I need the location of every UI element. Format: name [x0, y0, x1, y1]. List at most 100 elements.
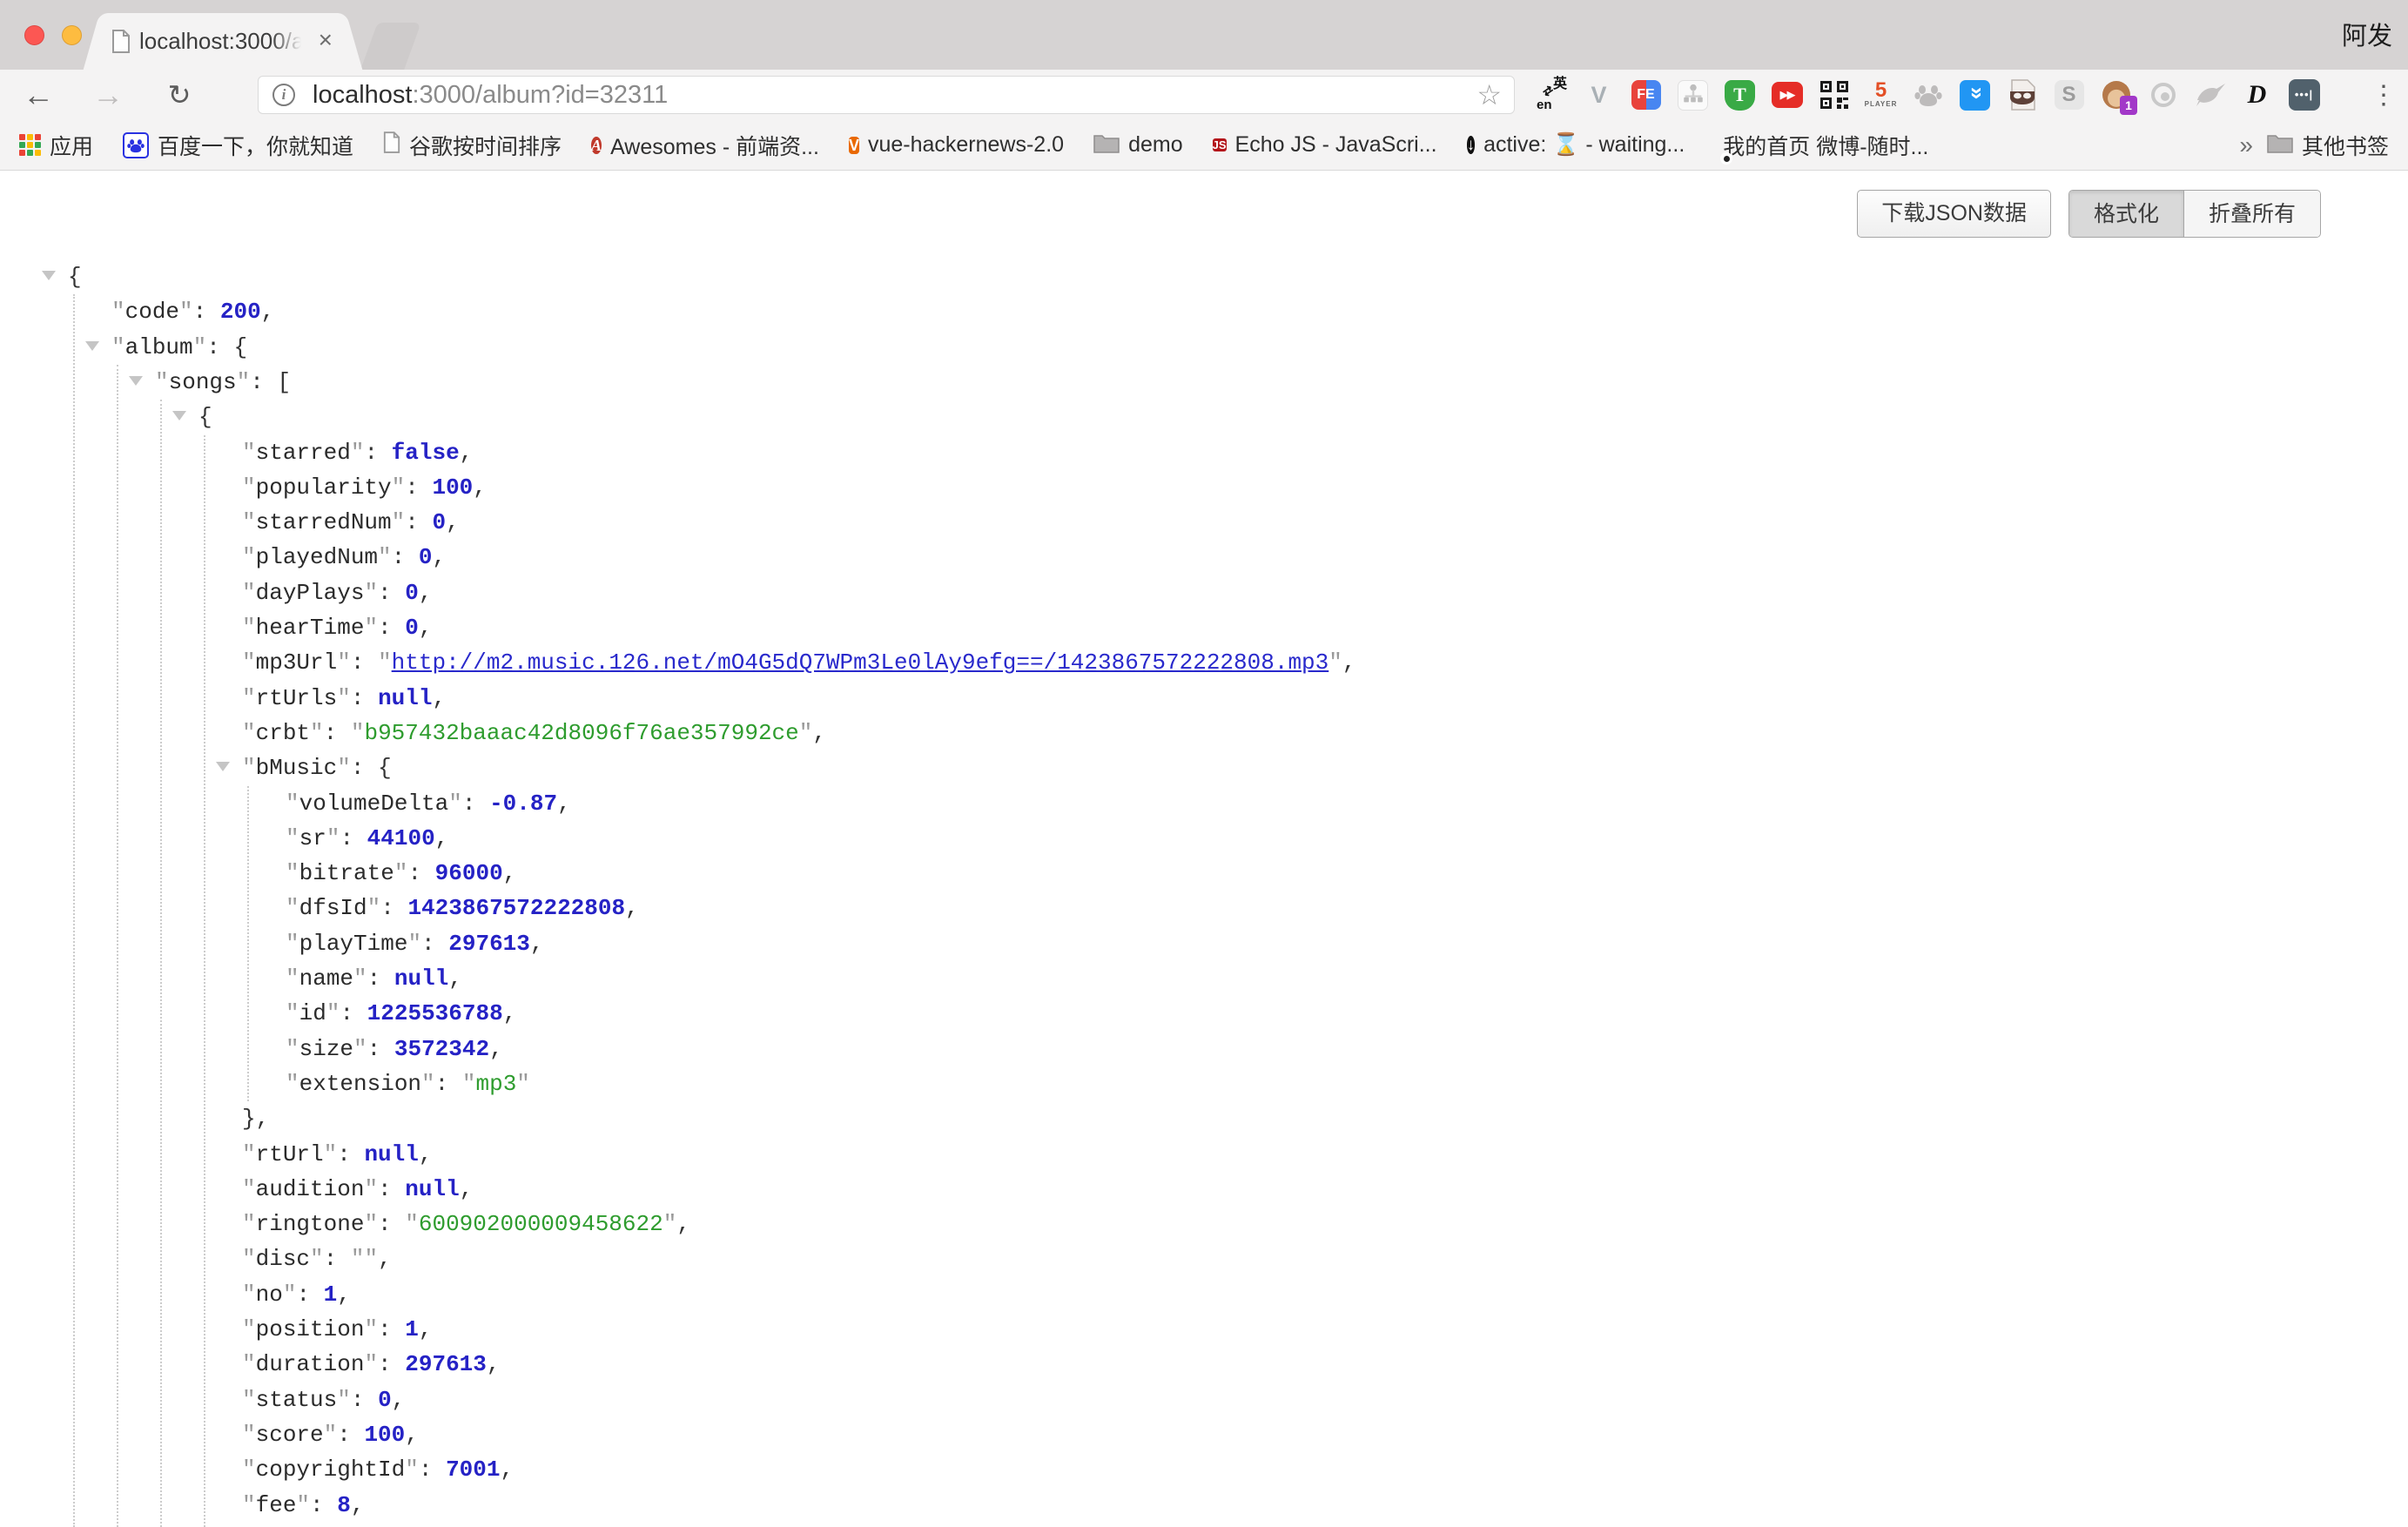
shield-t-extension-icon[interactable]: T	[1724, 79, 1756, 111]
bookmark-item-9[interactable]: 我的首页 微博-随时...	[1714, 130, 1928, 161]
mp3-url-link[interactable]: http://m2.music.126.net/mO4G5dQ7WPm3Le0l…	[392, 649, 1329, 676]
bookmark-item-1[interactable]: 应用	[19, 130, 93, 161]
quote-mark: "	[286, 1071, 299, 1097]
bookmark-label: 应用	[50, 130, 93, 161]
json-number-value: 1225536788	[367, 1000, 503, 1026]
bookmark-item-8[interactable]: ↓active: ⌛ - waiting...	[1467, 132, 1685, 158]
collapse-triangle-icon[interactable]	[172, 411, 186, 420]
password-dots-extension-icon[interactable]: •••|	[2288, 79, 2320, 111]
quote-mark: "	[286, 860, 299, 886]
collapse-triangle-icon[interactable]	[42, 271, 56, 280]
site-info-icon[interactable]: i	[272, 84, 295, 106]
back-button[interactable]: ←	[14, 70, 63, 120]
json-number-value: 1423867572222808	[407, 895, 625, 921]
json-punctuation: ,	[261, 299, 275, 325]
json-punctuation: ,	[530, 931, 544, 957]
quote-mark: "	[242, 1141, 256, 1167]
reload-button[interactable]: ↻	[155, 70, 204, 120]
address-bar[interactable]: i localhost:3000/album?id=32311 ☆	[258, 76, 1515, 114]
json-key: no	[256, 1281, 283, 1308]
quote-mark: "	[242, 649, 256, 676]
url-path: :3000/album?id=32311	[412, 81, 668, 109]
monkey-extension-icon[interactable]: 1	[2100, 79, 2132, 111]
profile-name[interactable]: 阿发	[2342, 16, 2392, 52]
s-extension-icon[interactable]: S	[2053, 79, 2085, 111]
bookmark-label: Awesomes - 前端资...	[610, 130, 819, 161]
quote-mark: "	[242, 1387, 256, 1413]
quote-mark: "	[242, 544, 256, 570]
quote-mark: "	[283, 1281, 297, 1308]
bookmark-item-3[interactable]: 谷歌按时间排序	[383, 130, 562, 161]
json-punctuation: :	[419, 1456, 446, 1483]
hummingbird-extension-icon[interactable]	[2194, 79, 2226, 111]
json-punctuation: :	[421, 931, 448, 957]
browser-toolbar: ← → ↻ i localhost:3000/album?id=32311 ☆ …	[0, 70, 2408, 120]
video-fastplay-extension-icon[interactable]: ▶▶	[1771, 79, 1803, 111]
bookmark-star-icon[interactable]: ☆	[1476, 78, 1502, 111]
json-punctuation: {	[198, 404, 212, 430]
json-key: ringtone	[256, 1211, 365, 1237]
echojs-icon: JS	[1213, 133, 1227, 158]
json-line: "name": null,	[286, 961, 462, 996]
bookmark-item-7[interactable]: JSEcho JS - JavaScri...	[1213, 132, 1437, 158]
weibo-eye-extension-icon[interactable]	[2147, 79, 2179, 111]
json-punctuation: :	[340, 825, 367, 851]
json-string-value: 600902000009458622	[419, 1211, 663, 1237]
blue-chevron-extension-icon[interactable]: «	[1959, 79, 1991, 111]
quote-mark: "	[242, 1176, 256, 1202]
json-line: "rtUrl": null,	[242, 1137, 432, 1172]
html5-player-extension-icon[interactable]: 5PLAYER	[1865, 79, 1897, 111]
json-string-value: b957432baaac42d8096f76ae357992ce	[364, 720, 798, 746]
json-line: "position": 1,	[242, 1312, 432, 1347]
bookmark-item-5[interactable]: Vvue-hackernews-2.0	[849, 132, 1064, 158]
quote-mark: "	[242, 720, 256, 746]
paw-extension-icon[interactable]	[1912, 79, 1944, 111]
new-tab-button[interactable]	[360, 23, 421, 70]
collapse-triangle-icon[interactable]	[85, 341, 99, 351]
json-punctuation: :	[337, 1141, 364, 1167]
bookmark-item-4[interactable]: AAwesomes - 前端资...	[591, 130, 819, 161]
d-cursive-extension-icon[interactable]: D	[2241, 79, 2273, 111]
json-keyword-value: false	[392, 440, 460, 466]
close-window-button[interactable]	[24, 25, 44, 45]
collapse-triangle-icon[interactable]	[216, 762, 230, 771]
mask-document-extension-icon[interactable]	[2006, 79, 2038, 111]
json-punctuation: :	[378, 1176, 405, 1202]
tab-close-icon[interactable]: ×	[319, 26, 333, 54]
json-line: "dayPlays": 0,	[242, 575, 432, 610]
vue-devtools-extension-icon[interactable]: V	[1583, 79, 1615, 111]
json-line: "code": 200,	[111, 294, 274, 329]
active-tab[interactable]: localhost:3000/album?id=323 ×	[106, 13, 340, 70]
json-line: "volumeDelta": -0.87,	[286, 786, 571, 821]
json-key: starred	[256, 440, 351, 466]
bookmark-item-6[interactable]: demo	[1093, 132, 1183, 158]
other-bookmarks-button[interactable]: 其他书签	[2267, 130, 2389, 161]
bookmark-label: active: ⌛ - waiting...	[1483, 132, 1685, 158]
fe-extension-icon[interactable]: FE	[1630, 79, 1662, 111]
quote-mark: "	[364, 1351, 378, 1377]
bookmarks-right: » 其他书签	[2239, 130, 2389, 161]
json-key: starredNum	[256, 509, 392, 535]
json-number-value: 200	[220, 299, 261, 325]
quote-mark: "	[516, 1071, 530, 1097]
collapse-triangle-icon[interactable]	[129, 376, 143, 386]
bookmark-item-2[interactable]: 百度一下，你就知道	[123, 130, 353, 161]
sitemap-extension-icon[interactable]	[1677, 79, 1709, 111]
json-key: popularity	[256, 474, 392, 501]
json-key: bMusic	[256, 755, 338, 781]
forward-button[interactable]: →	[84, 70, 132, 120]
json-punctuation: :	[193, 299, 220, 325]
indent-guide	[247, 786, 249, 1102]
json-key: name	[299, 965, 353, 992]
json-key: playTime	[299, 931, 408, 957]
quote-mark: "	[286, 1000, 299, 1026]
json-punctuation: ,	[432, 544, 446, 570]
minimize-window-button[interactable]	[62, 25, 82, 45]
qrcode-extension-icon[interactable]	[1818, 79, 1850, 111]
quote-mark: "	[242, 440, 256, 466]
bookmarks-overflow-icon[interactable]: »	[2239, 131, 2253, 159]
translate-extension-icon[interactable]: 英en⇄	[1536, 79, 1568, 111]
chrome-menu-icon[interactable]: ⋮	[2366, 70, 2401, 120]
json-line: "audition": null,	[242, 1172, 473, 1207]
json-punctuation: :	[206, 334, 233, 360]
